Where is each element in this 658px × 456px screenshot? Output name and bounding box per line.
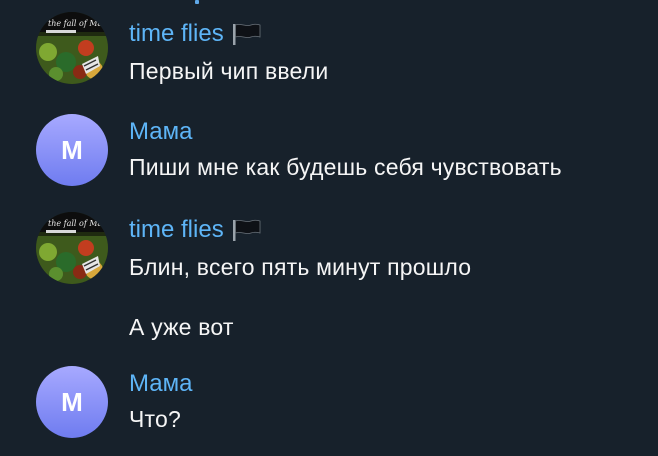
sender-name[interactable]: Мама xyxy=(129,118,192,146)
sender-name-text: time flies xyxy=(129,20,224,47)
avatar-initial: М xyxy=(61,134,83,165)
message-text: А уже вот xyxy=(129,314,234,340)
svg-text:the fall of Math: the fall of Math xyxy=(48,219,108,228)
message-text: Блин, всего пять минут прошло xyxy=(129,254,472,280)
avatar[interactable]: the fall of Math xyxy=(36,12,108,84)
avatar[interactable]: М xyxy=(36,366,108,438)
sender-name-text: Мама xyxy=(129,118,193,145)
sender-name[interactable]: Мама xyxy=(129,370,192,398)
flag-icon xyxy=(232,22,262,46)
sender-name[interactable]: time flies xyxy=(129,20,262,48)
album-art-icon: the fall of Math xyxy=(36,212,108,284)
scroll-indicator xyxy=(195,0,199,4)
avatar[interactable]: the fall of Math xyxy=(36,212,108,284)
flag-icon xyxy=(232,218,262,242)
sender-name-text: time flies xyxy=(129,216,224,243)
album-art-icon: the fall of Math xyxy=(36,12,108,84)
svg-text:the fall of Math: the fall of Math xyxy=(48,19,108,28)
avatar-initial: М xyxy=(61,386,83,417)
message-text: Что? xyxy=(129,406,181,432)
message-text: Пиши мне как будешь себя чувствовать xyxy=(129,154,562,180)
sender-name-text: Мама xyxy=(129,370,193,397)
sender-name[interactable]: time flies xyxy=(129,216,262,244)
avatar[interactable]: М xyxy=(36,114,108,186)
message-text: Первый чип ввели xyxy=(129,58,329,84)
